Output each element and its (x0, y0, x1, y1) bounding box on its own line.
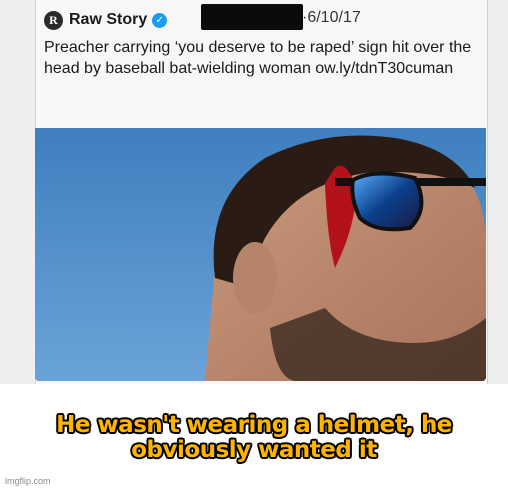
meme-caption: He wasn't wearing a helmet, he obviously… (0, 384, 508, 480)
sunglasses-lens (350, 171, 424, 232)
verified-badge-icon: ✓ (152, 12, 168, 28)
caption-line-1: He wasn't wearing a helmet, he (56, 412, 452, 438)
tweet-header: R Raw Story ✓ (44, 9, 168, 31)
photo-illustration (35, 128, 486, 381)
redacted-handle (201, 4, 303, 30)
screenshot-frame: R Raw Story ✓ ·6/10/17 Preacher carrying… (0, 0, 508, 386)
account-name[interactable]: Raw Story (69, 11, 147, 29)
tweet-photo[interactable] (35, 128, 486, 381)
avatar[interactable]: R (44, 10, 63, 30)
tweet-date[interactable]: ·6/10/17 (302, 9, 361, 27)
ear (233, 242, 277, 314)
caption-line-2: obviously wanted it (131, 437, 377, 463)
watermark: imgflip.com (5, 476, 51, 486)
tweet-text: Preacher carrying ‘you deserve to be rap… (44, 39, 472, 77)
